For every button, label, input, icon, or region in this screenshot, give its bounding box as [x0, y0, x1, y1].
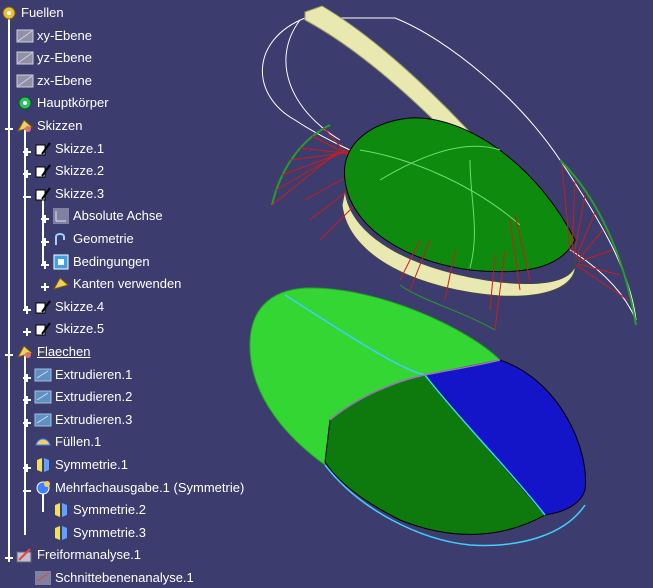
collapse-icon[interactable]: [22, 483, 32, 493]
tree-node-label: Symmetrie.3: [73, 524, 146, 540]
expand-icon[interactable]: [22, 324, 32, 337]
tree-node-label: Symmetrie.2: [73, 502, 146, 518]
tree-node-label: Skizzen: [37, 118, 83, 133]
tree-node-label: Bedingungen: [73, 253, 150, 269]
tree-node-label: Hauptkörper: [37, 95, 109, 111]
tree-node-label: zx-Ebene: [37, 72, 92, 88]
expand-icon[interactable]: [22, 144, 32, 156]
sketch-icon: [34, 162, 52, 180]
part-gear-icon: [0, 4, 18, 22]
tree-node-extrudieren-3[interactable]: Extrudieren.3: [23, 410, 133, 430]
sketch-icon: [34, 185, 52, 203]
tree-node-zx-ebene[interactable]: zx-Ebene: [16, 71, 92, 91]
cutting-plane-analysis-icon: [34, 569, 52, 587]
tree-node-label: Füllen.1: [55, 434, 102, 450]
tree-node-extrudieren-2[interactable]: Extrudieren.2: [23, 387, 133, 407]
tree-node-label: Skizze.3: [55, 185, 105, 201]
fill-icon: [34, 433, 52, 451]
tree-node-label: yz-Ebene: [37, 50, 92, 66]
tree-node-label: Extrudieren.1: [55, 366, 133, 382]
expand-icon[interactable]: [22, 460, 32, 472]
tree-node-absolute-achse[interactable]: Absolute Achse: [41, 206, 163, 226]
tree-node-skizze-5[interactable]: Skizze.5: [23, 319, 105, 339]
axis-icon: [52, 207, 70, 225]
tree-node-skizze-2[interactable]: Skizze.2: [23, 161, 105, 181]
tree-node-bedingungen[interactable]: Bedingungen: [41, 252, 150, 272]
tree-node-label: Symmetrie.1: [55, 457, 128, 472]
tree-node-label: Freiformanalyse.1: [37, 547, 142, 563]
tree-node-label: xy-Ebene: [37, 27, 92, 43]
collapse-icon[interactable]: [4, 121, 14, 131]
sketch-icon: [34, 298, 52, 316]
use-edges-icon: [52, 275, 70, 293]
extrude-icon: [34, 388, 52, 406]
tree-node-label: Flaechen: [37, 344, 91, 359]
extrude-icon: [34, 366, 52, 384]
tree-connector-line: [42, 195, 44, 264]
tree-node-skizze-1[interactable]: Skizze.1: [23, 139, 105, 159]
expand-icon[interactable]: [22, 415, 32, 427]
multi-output-icon: [34, 479, 52, 497]
tree-node-label: Skizze.1: [55, 140, 105, 156]
body-gear-icon: [16, 94, 34, 112]
tree-node-hauptkörper[interactable]: Hauptkörper: [16, 93, 109, 113]
tree-node-kanten-verwenden[interactable]: Kanten verwenden: [41, 274, 182, 294]
tree-node-symmetrie-2[interactable]: Symmetrie.2: [52, 500, 146, 520]
geometric-set-icon: [16, 117, 34, 135]
geometry-icon: [52, 230, 70, 248]
plane-icon: [16, 72, 34, 90]
tree-node-skizzen[interactable]: Skizzen: [5, 116, 83, 136]
tree-node-freiformanalyse-1[interactable]: Freiformanalyse.1: [5, 545, 142, 565]
tree-node-label: Geometrie: [73, 231, 134, 246]
tree-node-mehrfachausgabe-1-symmetrie[interactable]: Mehrfachausgabe.1 (Symmetrie): [23, 478, 245, 498]
expand-icon[interactable]: [40, 279, 50, 292]
tree-node-symmetrie-3[interactable]: Symmetrie.3: [52, 523, 146, 543]
tree-node-flaechen[interactable]: Flaechen: [5, 342, 91, 362]
tree-node-extrudieren-1[interactable]: Extrudieren.1: [23, 365, 133, 385]
expand-icon[interactable]: [40, 257, 50, 269]
tree-node-yz-ebene[interactable]: yz-Ebene: [16, 48, 92, 68]
expand-icon[interactable]: [40, 234, 50, 246]
tree-node-fuellen[interactable]: Fuellen: [0, 3, 64, 23]
tree-node-label: Skizze.4: [55, 298, 105, 314]
tree-node-geometrie[interactable]: Geometrie: [41, 229, 134, 249]
tree-node-label: Mehrfachausgabe.1 (Symmetrie): [55, 479, 245, 495]
tree-node-label: Kanten verwenden: [73, 276, 182, 292]
tree-connector-line: [8, 15, 10, 558]
plane-icon: [16, 49, 34, 67]
tree-node-xy-ebene[interactable]: xy-Ebene: [16, 26, 92, 46]
tree-node-label: Schnittebenenanalyse.1: [55, 570, 194, 585]
symmetry-icon: [34, 456, 52, 474]
tree-node-skizze-3[interactable]: Skizze.3: [23, 184, 105, 204]
tree-node-label: Skizze.5: [55, 321, 105, 337]
tree-node-schnittebenenanalyse-1[interactable]: Schnittebenenanalyse.1: [34, 568, 194, 588]
tree-node-skizze-4[interactable]: Skizze.4: [23, 297, 105, 317]
expand-icon[interactable]: [22, 302, 32, 314]
plane-icon: [16, 27, 34, 45]
tree-node-label: Skizze.2: [55, 163, 105, 179]
tree-node-label: Fuellen: [21, 5, 64, 20]
expand-icon[interactable]: [22, 166, 32, 179]
sketch-icon: [34, 140, 52, 158]
sketch-icon: [34, 320, 52, 338]
freeform-analysis-icon: [16, 546, 34, 564]
symmetry-icon: [52, 524, 70, 542]
tree-node-label: Extrudieren.3: [55, 411, 133, 427]
geometric-set-icon: [16, 343, 34, 361]
expand-icon[interactable]: [22, 392, 32, 405]
symmetry-icon: [52, 501, 70, 519]
collapse-icon[interactable]: [4, 347, 14, 357]
tree-node-label: Extrudieren.2: [55, 389, 133, 405]
expand-icon[interactable]: [4, 550, 14, 563]
tree-node-füllen-1[interactable]: Füllen.1: [34, 432, 101, 452]
expand-icon[interactable]: [22, 370, 32, 382]
extrude-icon: [34, 411, 52, 429]
tree-node-symmetrie-1[interactable]: Symmetrie.1: [23, 455, 128, 475]
collapse-icon[interactable]: [22, 189, 32, 199]
constraints-icon: [52, 253, 70, 271]
specification-tree: Fuellen xy-Ebene yz-Ebene zx-Ebene Hauptkörp…: [0, 0, 300, 585]
tree-node-label: Absolute Achse: [73, 208, 163, 224]
expand-icon[interactable]: [40, 211, 50, 224]
